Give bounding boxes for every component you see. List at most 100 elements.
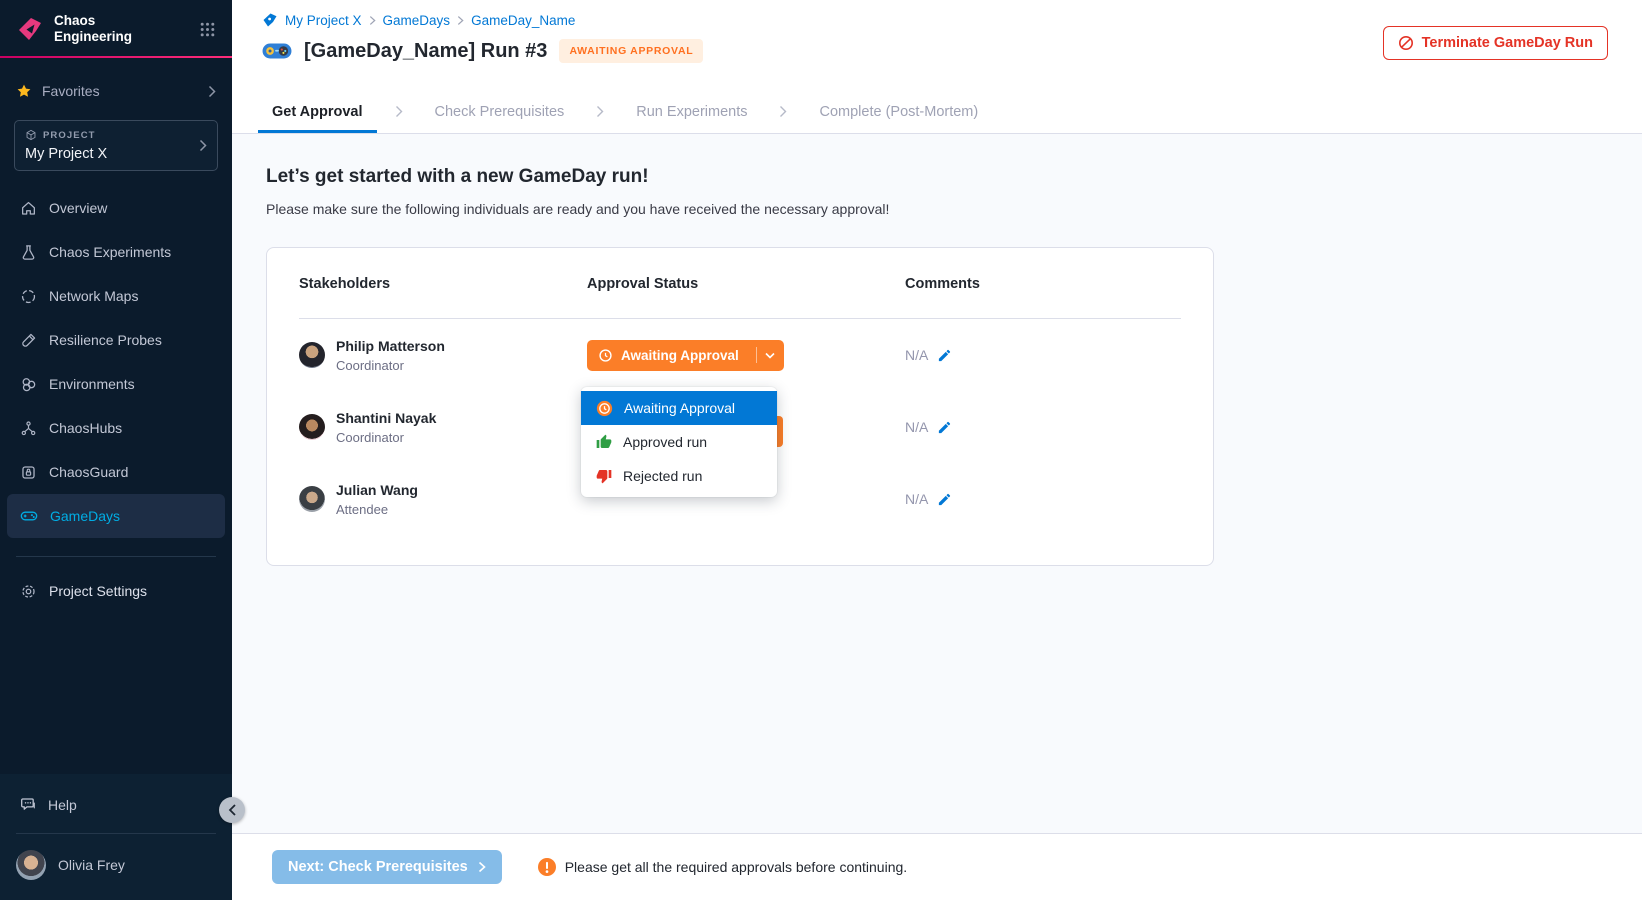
brand-name: Chaos Engineering xyxy=(54,13,132,45)
stakeholder-role: Coordinator xyxy=(336,358,445,373)
sidebar-footer: Help Olivia Frey xyxy=(0,774,232,900)
sidebar-item-resilience-probes[interactable]: Resilience Probes xyxy=(7,318,225,362)
sidebar: Chaos Engineering Favorites xyxy=(0,0,232,900)
approval-status-dropdown-menu: Awaiting Approval Approved run Rejected … xyxy=(581,387,777,497)
table-row: Philip Matterson Coordinator Awaiting Ap… xyxy=(299,319,1181,391)
avatar xyxy=(299,342,325,368)
section-subheading: Please make sure the following individua… xyxy=(266,201,1642,217)
cube-icon xyxy=(25,129,37,141)
clock-icon xyxy=(598,348,613,363)
warning-text: Please get all the required approvals be… xyxy=(565,859,907,875)
edit-comment-icon[interactable] xyxy=(937,492,952,507)
brand-accent-line xyxy=(0,56,232,58)
harness-breadcrumb-icon xyxy=(262,12,278,28)
column-approval-status: Approval Status xyxy=(587,276,905,292)
breadcrumb-gamedays[interactable]: GameDays xyxy=(383,13,451,28)
approval-status-dropdown-button[interactable]: Awaiting Approval xyxy=(587,340,784,371)
sidebar-item-chaosguard[interactable]: ChaosGuard xyxy=(7,450,225,494)
avatar xyxy=(299,486,325,512)
footer-bar: Next: Check Prerequisites Please get all… xyxy=(232,833,1642,900)
probe-icon xyxy=(20,332,37,349)
next-check-prerequisites-button[interactable]: Next: Check Prerequisites xyxy=(272,850,502,884)
home-icon xyxy=(20,200,37,217)
project-name: My Project X xyxy=(25,146,199,162)
edit-comment-icon[interactable] xyxy=(937,420,952,435)
stakeholder-name: Julian Wang xyxy=(336,482,418,498)
stakeholders-card: Stakeholders Approval Status Comments Ph… xyxy=(266,247,1214,566)
chevron-right-icon xyxy=(478,861,486,873)
step-complete-post-mortem[interactable]: Complete (Post-Mortem) xyxy=(805,90,992,133)
favorites-label: Favorites xyxy=(42,83,100,99)
chaos-engineering-logo-icon xyxy=(16,15,44,43)
thumb-up-green-icon xyxy=(596,434,612,450)
sidebar-item-project-settings[interactable]: Project Settings xyxy=(0,571,232,611)
user-name: Olivia Frey xyxy=(58,857,125,873)
sidebar-collapse-toggle[interactable] xyxy=(219,797,245,823)
chevron-right-icon xyxy=(779,90,787,133)
chevron-right-icon xyxy=(208,85,216,98)
chevron-left-icon xyxy=(228,804,237,816)
comment-value: N/A xyxy=(905,419,928,435)
sidebar-item-overview[interactable]: Overview xyxy=(7,186,225,230)
comment-value: N/A xyxy=(905,491,928,507)
column-stakeholders: Stakeholders xyxy=(299,276,587,292)
stakeholder-name: Shantini Nayak xyxy=(336,410,436,426)
project-label: PROJECT xyxy=(43,130,96,141)
star-icon xyxy=(16,83,32,99)
comment-value: N/A xyxy=(905,347,928,363)
column-comments: Comments xyxy=(905,276,1181,292)
stakeholder-role: Coordinator xyxy=(336,430,436,445)
step-run-experiments[interactable]: Run Experiments xyxy=(622,90,761,133)
content-area: Let’s get started with a new GameDay run… xyxy=(232,134,1642,833)
user-avatar xyxy=(16,850,46,880)
chevron-right-icon xyxy=(596,90,604,133)
section-heading: Let’s get started with a new GameDay run… xyxy=(266,166,1642,188)
page-title: [GameDay_Name] Run #3 xyxy=(304,40,547,63)
shield-lock-icon xyxy=(20,464,37,481)
gamepad-icon xyxy=(20,507,38,525)
project-selector[interactable]: PROJECT My Project X xyxy=(14,120,218,171)
avatar xyxy=(299,414,325,440)
sidebar-item-chaoshubs[interactable]: ChaosHubs xyxy=(7,406,225,450)
step-check-prerequisites[interactable]: Check Prerequisites xyxy=(421,90,579,133)
row2-status-button-sliver[interactable] xyxy=(777,416,783,447)
stakeholder-name: Philip Matterson xyxy=(336,338,445,354)
breadcrumb-gameday-name[interactable]: GameDay_Name xyxy=(471,13,575,28)
sidebar-item-help[interactable]: Help xyxy=(0,788,232,821)
sidebar-item-gamedays[interactable]: GameDays xyxy=(7,494,225,538)
sidebar-item-environments[interactable]: Environments xyxy=(7,362,225,406)
clock-orange-icon xyxy=(596,400,613,417)
gamepad-title-icon xyxy=(262,41,292,61)
warning-icon xyxy=(538,858,556,876)
chevron-right-icon xyxy=(199,139,207,152)
gear-icon xyxy=(20,583,37,600)
sidebar-item-network-maps[interactable]: Network Maps xyxy=(7,274,225,318)
chevron-right-icon xyxy=(457,15,464,26)
chevron-down-icon xyxy=(765,352,775,359)
hub-icon xyxy=(20,420,37,437)
sidebar-item-favorites[interactable]: Favorites xyxy=(0,76,232,106)
user-menu[interactable]: Olivia Frey xyxy=(0,846,232,900)
terminate-gameday-button[interactable]: Terminate GameDay Run xyxy=(1383,26,1608,60)
run-stepper: Get Approval Check Prerequisites Run Exp… xyxy=(232,90,1642,134)
dropdown-option-approved-run[interactable]: Approved run xyxy=(581,425,777,459)
table-header: Stakeholders Approval Status Comments xyxy=(299,276,1181,292)
edit-comment-icon[interactable] xyxy=(937,348,952,363)
dropdown-option-awaiting-approval[interactable]: Awaiting Approval xyxy=(581,391,777,425)
sidebar-divider xyxy=(16,833,216,834)
sidebar-divider xyxy=(16,556,216,557)
dropdown-option-rejected-run[interactable]: Rejected run xyxy=(581,459,777,493)
page-header: My Project X GameDays GameDay_Name [Game… xyxy=(232,0,1642,90)
breadcrumb-project[interactable]: My Project X xyxy=(285,13,362,28)
sidebar-nav: Overview Chaos Experiments Network Maps … xyxy=(0,186,232,538)
step-get-approval[interactable]: Get Approval xyxy=(258,90,377,133)
sidebar-item-chaos-experiments[interactable]: Chaos Experiments xyxy=(7,230,225,274)
module-grid-icon[interactable] xyxy=(199,21,216,38)
environments-icon xyxy=(20,376,37,393)
app-root: Chaos Engineering Favorites xyxy=(0,0,1642,900)
status-badge: AWAITING APPROVAL xyxy=(559,39,703,63)
prohibited-icon xyxy=(1398,35,1414,51)
chevron-right-icon xyxy=(369,15,376,26)
thumb-down-red-icon xyxy=(596,468,612,484)
circle-icon xyxy=(20,288,37,305)
